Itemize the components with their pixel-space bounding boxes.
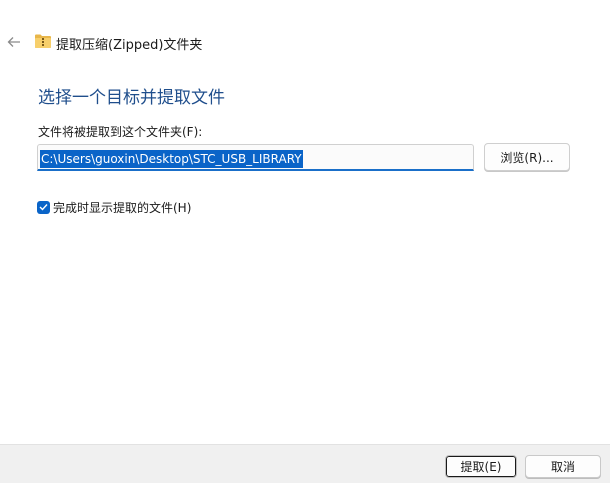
dialog-footer: 提取(E) 取消 xyxy=(0,444,610,483)
destination-label: 文件将被提取到这个文件夹(F): xyxy=(38,125,203,139)
title-bar: 提取压缩(Zipped)文件夹 xyxy=(0,0,610,86)
browse-button[interactable]: 浏览(R)... xyxy=(484,143,570,171)
show-files-label: 完成时显示提取的文件(H) xyxy=(53,200,192,215)
destination-path-input[interactable]: C:\Users\guoxin\Desktop\STC_USB_LIBRARY xyxy=(37,144,474,171)
page-heading: 选择一个目标并提取文件 xyxy=(38,88,225,108)
destination-path-value: C:\Users\guoxin\Desktop\STC_USB_LIBRARY xyxy=(40,150,303,168)
show-files-checkbox[interactable] xyxy=(37,200,50,214)
back-button[interactable] xyxy=(4,32,24,52)
zip-folder-icon xyxy=(35,34,51,48)
arrow-left-icon xyxy=(7,37,20,47)
extract-button[interactable]: 提取(E) xyxy=(445,455,517,478)
show-files-option[interactable]: 完成时显示提取的文件(H) xyxy=(37,199,191,215)
window-title: 提取压缩(Zipped)文件夹 xyxy=(56,38,203,53)
checkmark-icon xyxy=(39,204,48,211)
cancel-button[interactable]: 取消 xyxy=(525,455,601,478)
